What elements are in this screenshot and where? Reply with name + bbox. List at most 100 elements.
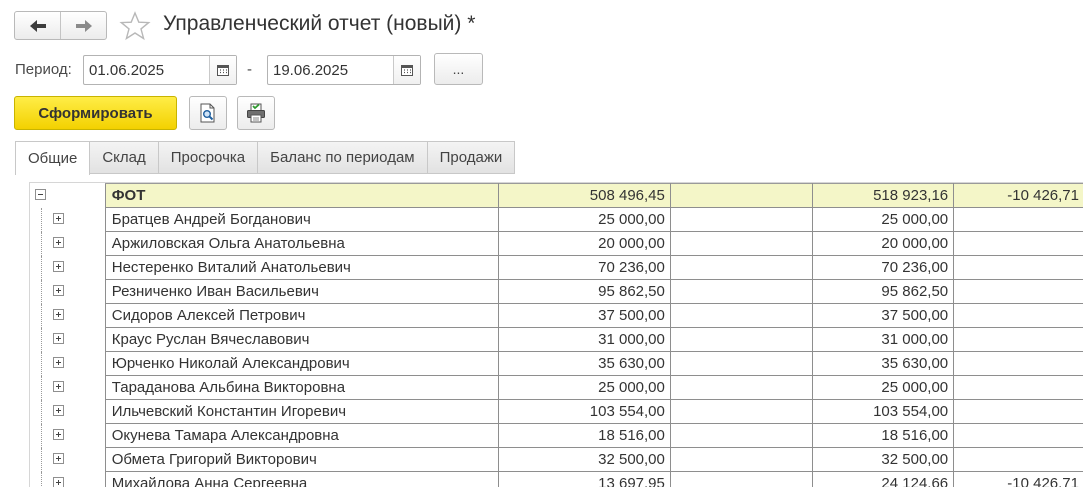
tree-cell	[30, 376, 105, 400]
value-2	[670, 280, 813, 304]
tree-cell	[30, 232, 105, 256]
employee-name: Ильчевский Константин Игоревич	[105, 400, 498, 424]
table-row[interactable]: Михайлова Анна Сергеевна13 697,9524 124,…	[30, 472, 1083, 487]
expand-icon[interactable]	[53, 309, 64, 320]
report-spreadsheet[interactable]: ФОТ 508 496,45 518 923,16 -10 426,71 Бра…	[29, 182, 1083, 487]
expand-icon[interactable]	[53, 237, 64, 248]
expand-icon[interactable]	[53, 429, 64, 440]
tree-line	[41, 232, 42, 256]
employee-name: Резниченко Иван Васильевич	[105, 280, 498, 304]
tree-line	[41, 256, 42, 280]
tree-cell	[30, 256, 105, 280]
calendar-icon	[401, 64, 413, 76]
value-3: 37 500,00	[813, 304, 954, 328]
print-preview-button[interactable]	[189, 96, 227, 130]
tab-overdue[interactable]: Просрочка	[159, 141, 258, 174]
tree-line	[41, 208, 42, 232]
print-button[interactable]	[237, 96, 275, 130]
tree-cell	[30, 184, 105, 208]
value-3: 103 554,00	[813, 400, 954, 424]
value-2	[670, 256, 813, 280]
value-1: 25 000,00	[499, 376, 671, 400]
table-row[interactable]: Резниченко Иван Васильевич95 862,5095 86…	[30, 280, 1083, 304]
expand-icon[interactable]	[53, 261, 64, 272]
table-row[interactable]: Аржиловская Ольга Анатольевна20 000,0020…	[30, 232, 1083, 256]
expand-icon[interactable]	[53, 381, 64, 392]
table-row[interactable]: Сидоров Алексей Петрович37 500,0037 500,…	[30, 304, 1083, 328]
value-4	[954, 256, 1083, 280]
print-preview-icon	[199, 103, 217, 123]
expand-icon[interactable]	[53, 285, 64, 296]
expand-icon[interactable]	[53, 333, 64, 344]
table-row[interactable]: Краус Руслан Вячеславович31 000,0031 000…	[30, 328, 1083, 352]
value-2	[670, 208, 813, 232]
tab-general[interactable]: Общие	[15, 141, 90, 175]
forward-button[interactable]	[60, 12, 106, 39]
period-start-field[interactable]: 01.06.2025	[83, 55, 237, 85]
value-2	[670, 304, 813, 328]
page-title: Управленческий отчет (новый) *	[163, 12, 475, 36]
period-end-field[interactable]: 19.06.2025	[267, 55, 421, 85]
group-value-2	[670, 184, 813, 208]
employee-name: Тараданова Альбина Викторовна	[105, 376, 498, 400]
value-3: 70 236,00	[813, 256, 954, 280]
expand-icon[interactable]	[53, 453, 64, 464]
group-name: ФОТ	[105, 184, 498, 208]
employee-name: Нестеренко Виталий Анатольевич	[105, 256, 498, 280]
group-row[interactable]: ФОТ 508 496,45 518 923,16 -10 426,71	[30, 184, 1083, 208]
value-1: 13 697,95	[499, 472, 671, 487]
value-1: 31 000,00	[499, 328, 671, 352]
table-row[interactable]: Ильчевский Константин Игоревич103 554,00…	[30, 400, 1083, 424]
period-separator: -	[247, 61, 252, 78]
period-end-value[interactable]: 19.06.2025	[268, 56, 393, 84]
value-3: 31 000,00	[813, 328, 954, 352]
generate-report-button[interactable]: Сформировать	[14, 96, 177, 130]
expand-icon[interactable]	[53, 477, 64, 487]
calendar-button[interactable]	[393, 56, 420, 84]
tree-cell	[30, 208, 105, 232]
table-row[interactable]: Юрченко Николай Александрович35 630,0035…	[30, 352, 1083, 376]
period-start-value[interactable]: 01.06.2025	[84, 56, 209, 84]
value-2	[670, 328, 813, 352]
back-button[interactable]	[15, 12, 60, 39]
tab-warehouse[interactable]: Склад	[90, 141, 158, 174]
value-2	[670, 232, 813, 256]
value-3: 32 500,00	[813, 448, 954, 472]
tree-line	[41, 328, 42, 352]
value-4	[954, 448, 1083, 472]
employee-name: Обмета Григорий Викторович	[105, 448, 498, 472]
expand-icon[interactable]	[53, 213, 64, 224]
printer-icon	[246, 103, 266, 123]
calendar-button[interactable]	[209, 56, 236, 84]
tree-line	[41, 448, 42, 472]
table-row[interactable]: Обмета Григорий Викторович32 500,0032 50…	[30, 448, 1083, 472]
tree-line	[41, 280, 42, 304]
table-row[interactable]: Окунева Тамара Александровна18 516,0018 …	[30, 424, 1083, 448]
tree-cell	[30, 400, 105, 424]
value-4	[954, 232, 1083, 256]
period-label: Период:	[15, 61, 72, 78]
calendar-icon	[217, 64, 229, 76]
value-1: 103 554,00	[499, 400, 671, 424]
value-2	[670, 424, 813, 448]
tab-balance-by-periods[interactable]: Баланс по периодам	[258, 141, 427, 174]
star-icon[interactable]	[119, 11, 151, 41]
value-2	[670, 400, 813, 424]
table-row[interactable]: Братцев Андрей Богданович25 000,0025 000…	[30, 208, 1083, 232]
table-row[interactable]: Нестеренко Виталий Анатольевич70 236,007…	[30, 256, 1083, 280]
tree-line	[41, 352, 42, 376]
tree-cell	[30, 424, 105, 448]
tree-cell	[30, 448, 105, 472]
value-4	[954, 400, 1083, 424]
value-4	[954, 208, 1083, 232]
select-period-button[interactable]: ...	[434, 53, 483, 85]
employee-name: Окунева Тамара Александровна	[105, 424, 498, 448]
expand-icon[interactable]	[53, 405, 64, 416]
value-1: 70 236,00	[499, 256, 671, 280]
collapse-icon[interactable]	[35, 189, 46, 200]
tree-cell	[30, 328, 105, 352]
expand-icon[interactable]	[53, 357, 64, 368]
table-row[interactable]: Тараданова Альбина Викторовна25 000,0025…	[30, 376, 1083, 400]
value-2	[670, 472, 813, 487]
tab-sales[interactable]: Продажи	[428, 141, 516, 174]
